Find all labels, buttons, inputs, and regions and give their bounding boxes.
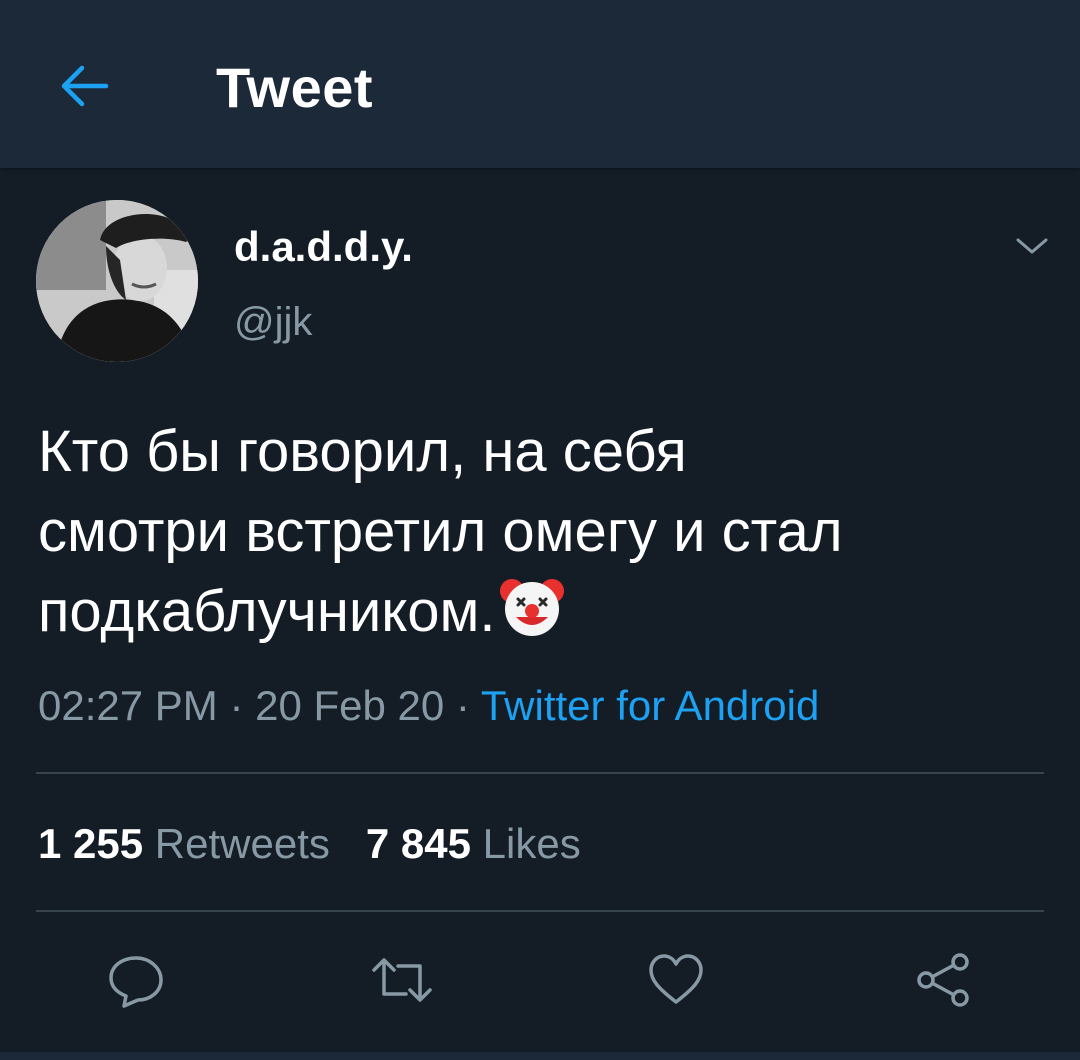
tweet-time: 02:27 PM (38, 682, 218, 729)
user-handle[interactable]: @jjk (234, 298, 312, 346)
share-button[interactable] (912, 948, 976, 1012)
tweet-date: 20 Feb 20 (255, 682, 445, 729)
likes-count: 7 845 (365, 820, 471, 867)
retweets-count: 1 255 (38, 820, 144, 867)
reply-icon (109, 956, 163, 1008)
reply-button[interactable] (104, 948, 168, 1012)
top-app-bar: Tweet (0, 0, 1080, 168)
chevron-down-icon (1016, 238, 1048, 254)
avatar[interactable] (36, 200, 198, 362)
likes-label: Likes (482, 820, 581, 867)
divider (36, 910, 1044, 912)
retweets-stat[interactable]: 1 255 Retweets (38, 820, 330, 867)
clown-face-icon (498, 573, 566, 641)
likes-stat[interactable]: 7 845 Likes (366, 820, 581, 867)
display-name[interactable]: d.a.d.d.y. (234, 222, 413, 272)
tweet-meta: 02:27 PM · 20 Feb 20 · Twitter for Andro… (38, 680, 819, 732)
arrow-left-icon (61, 65, 109, 107)
retweet-button[interactable] (370, 948, 434, 1012)
tweet-stats: 1 255 Retweets 7 845 Likes (38, 818, 581, 870)
tweet-detail-screen: Tweet d.a.d.d.y. @jjk Кто бы говорил, на… (0, 0, 1080, 1060)
meta-separator: · (217, 682, 256, 729)
back-button[interactable] (52, 54, 116, 118)
page-title: Tweet (216, 56, 374, 119)
bottom-edge (0, 1052, 1080, 1060)
like-icon (649, 954, 703, 1004)
profile-photo (36, 200, 198, 362)
retweets-label: Retweets (154, 820, 330, 867)
tweet-body: Кто бы говорил, на себя смотри встретил … (38, 419, 843, 644)
like-button[interactable] (644, 948, 708, 1012)
divider (36, 772, 1044, 774)
tweet-options-button[interactable] (1008, 226, 1056, 266)
tweet-text: Кто бы говорил, на себя смотри встретил … (38, 412, 1048, 652)
tweet-source-link[interactable]: Twitter for Android (481, 682, 819, 729)
share-icon (917, 953, 969, 1007)
meta-separator: · (444, 682, 481, 729)
retweet-icon (372, 958, 432, 1002)
